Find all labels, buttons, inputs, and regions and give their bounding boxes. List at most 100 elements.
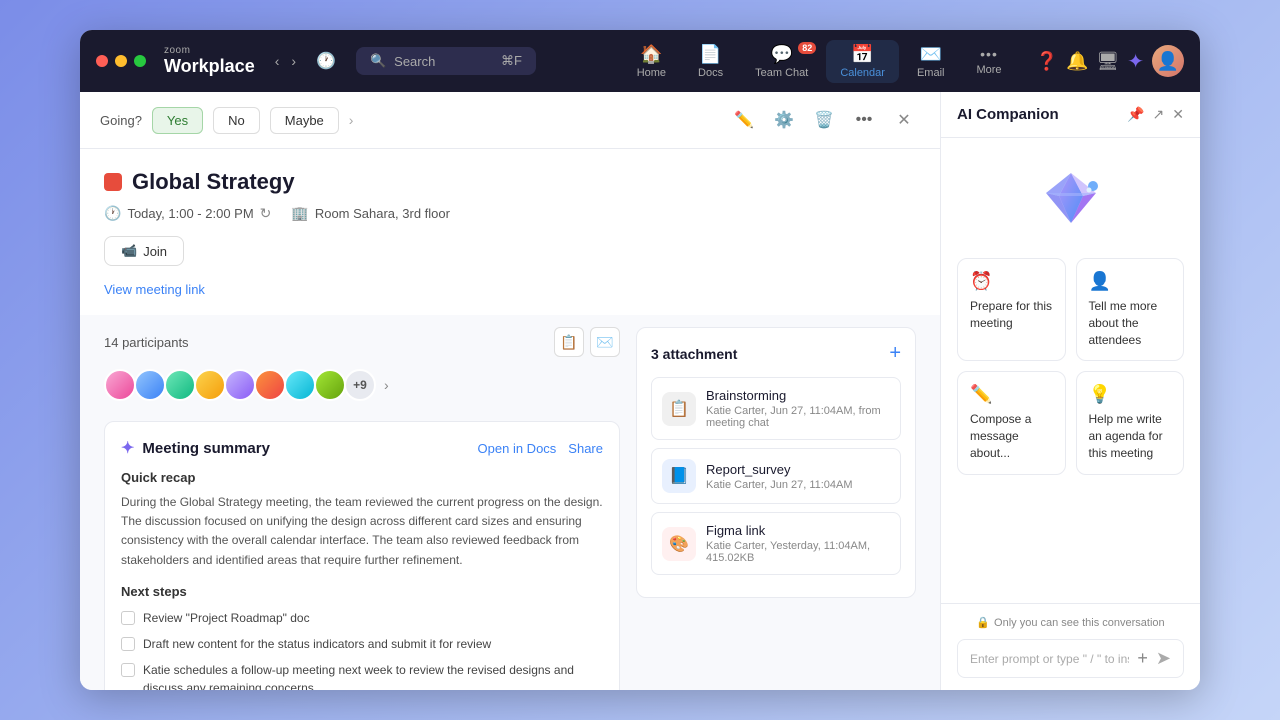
quick-recap-text: During the Global Strategy meeting, the … [121, 493, 603, 570]
agenda-icon: 💡 [1089, 384, 1172, 405]
search-bar[interactable]: 🔍 Search ⌘F [356, 47, 536, 75]
close-button[interactable] [96, 55, 108, 67]
participant-actions: 📋 ✉️ [554, 327, 620, 357]
no-button[interactable]: No [213, 107, 260, 134]
participants-bar: 14 participants 📋 ✉️ [104, 327, 620, 357]
more-options-button[interactable]: ••• [848, 104, 880, 136]
participant-avatar-1 [104, 369, 136, 401]
event-info: Global Strategy 🕐 Today, 1:00 - 2:00 PM … [80, 149, 940, 315]
ai-action-attendees[interactable]: 👤 Tell me more about the attendees [1076, 258, 1185, 361]
open-in-docs-link[interactable]: Open in Docs [478, 441, 557, 456]
add-attachment-button[interactable]: + [889, 342, 901, 365]
ai-sparkle-icon[interactable]: ✦ [1127, 49, 1144, 74]
docs-icon: 📄 [699, 44, 721, 65]
email-icon: ✉️ [920, 44, 942, 65]
ai-close-icon[interactable]: ✕ [1172, 106, 1184, 123]
tab-email[interactable]: ✉️ Email [903, 40, 959, 83]
ai-gem-icon [1041, 168, 1101, 228]
close-event-button[interactable]: ✕ [888, 104, 920, 136]
search-label: Search [394, 54, 435, 69]
tab-calendar[interactable]: 📅 Calendar [826, 40, 899, 83]
attachment-meta-3: Katie Carter, Yesterday, 11:04AM, 415.02… [706, 540, 890, 564]
tab-more-label: More [976, 64, 1001, 76]
ai-actions-grid: ⏰ Prepare for this meeting 👤 Tell me mor… [957, 258, 1184, 475]
participant-avatar-2 [134, 369, 166, 401]
video-icon: 📹 [121, 243, 137, 259]
ai-external-icon[interactable]: ↗ [1153, 106, 1165, 123]
app-window: zoom Workplace ‹ › 🕐 🔍 Search ⌘F 🏠 Home … [80, 30, 1200, 690]
tab-teamchat[interactable]: 💬 Team Chat 82 [741, 40, 822, 83]
view-meeting-link[interactable]: View meeting link [104, 282, 205, 297]
event-location: 🏢 Room Sahara, 3rd floor [291, 205, 450, 222]
tab-more[interactable]: ••• More [962, 42, 1015, 80]
history-icon[interactable]: 🕐 [316, 51, 336, 71]
summary-header: ✦ Meeting summary Open in Docs Share [121, 438, 603, 458]
ai-prompt-input[interactable] [970, 652, 1129, 666]
participants-expand-icon[interactable]: › [384, 377, 389, 393]
screen-share-icon[interactable]: 🖥 [1096, 51, 1119, 72]
forward-arrow[interactable]: › [287, 51, 300, 71]
right-column: 3 attachment + 📋 Brainstorming Katie Car… [636, 327, 916, 690]
email-participants-button[interactable]: ✉️ [590, 327, 620, 357]
copy-participants-button[interactable]: 📋 [554, 327, 584, 357]
edit-button[interactable]: ✏️ [728, 104, 760, 136]
maybe-button[interactable]: Maybe [270, 107, 339, 134]
attachment-report[interactable]: 📘 Report_survey Katie Carter, Jun 27, 11… [651, 448, 901, 504]
attachments-card: 3 attachment + 📋 Brainstorming Katie Car… [636, 327, 916, 598]
ai-action-agenda[interactable]: 💡 Help me write an agenda for this meeti… [1076, 371, 1185, 474]
ai-pin-icon[interactable]: 📌 [1127, 106, 1144, 123]
yes-button[interactable]: Yes [152, 107, 203, 134]
notification-icon[interactable]: 🔔 [1066, 51, 1088, 72]
event-title-text: Global Strategy [132, 169, 295, 195]
user-avatar[interactable]: 👤 [1152, 45, 1184, 77]
tab-docs[interactable]: 📄 Docs [684, 40, 737, 83]
calendar-panel: Going? Yes No Maybe › ✏️ ⚙️ 🗑️ ••• ✕ Glo… [80, 92, 940, 690]
ai-send-icon[interactable]: ➤ [1156, 648, 1171, 669]
workplace-label: Workplace [164, 56, 255, 78]
event-time-text: Today, 1:00 - 2:00 PM [127, 206, 253, 221]
participant-count-badge: +9 [344, 369, 376, 401]
help-icon[interactable]: ❓ [1036, 51, 1058, 72]
participant-avatar-3 [164, 369, 196, 401]
attachment-info-2: Report_survey Katie Carter, Jun 27, 11:0… [706, 462, 890, 491]
summary-title-text: Meeting summary [142, 440, 270, 457]
summary-title: ✦ Meeting summary [121, 438, 270, 458]
ai-privacy-note: 🔒 Only you can see this conversation [957, 616, 1184, 629]
settings-button[interactable]: ⚙️ [768, 104, 800, 136]
share-link[interactable]: Share [568, 441, 603, 456]
tab-calendar-label: Calendar [840, 67, 885, 79]
checkbox-2[interactable] [121, 637, 135, 651]
join-label: Join [143, 244, 167, 259]
attachments-title: 3 attachment [651, 346, 737, 362]
ai-header: AI Companion 📌 ↗ ✕ [941, 92, 1200, 138]
compose-label: Compose a message about... [970, 411, 1053, 461]
attachment-figma[interactable]: 🎨 Figma link Katie Carter, Yesterday, 11… [651, 512, 901, 575]
teamchat-badge: 82 [798, 42, 816, 54]
join-button[interactable]: 📹 Join [104, 236, 184, 266]
attachment-brainstorming[interactable]: 📋 Brainstorming Katie Carter, Jun 27, 11… [651, 377, 901, 440]
checkbox-3[interactable] [121, 663, 135, 677]
tab-home[interactable]: 🏠 Home [623, 40, 680, 83]
participants-label: 14 participants [104, 335, 189, 350]
event-meta: 🕐 Today, 1:00 - 2:00 PM ↻ 🏢 Room Sahara,… [104, 205, 916, 222]
ai-action-prepare[interactable]: ⏰ Prepare for this meeting [957, 258, 1066, 361]
avatars-row: +9 › [104, 369, 620, 401]
ai-action-compose[interactable]: ✏️ Compose a message about... [957, 371, 1066, 474]
prepare-label: Prepare for this meeting [970, 298, 1053, 332]
attachment-info-3: Figma link Katie Carter, Yesterday, 11:0… [706, 523, 890, 564]
back-arrow[interactable]: ‹ [271, 51, 284, 71]
calendar-icon: 📅 [851, 44, 873, 65]
participant-avatar-7 [284, 369, 316, 401]
minimize-button[interactable] [115, 55, 127, 67]
checkbox-1[interactable] [121, 611, 135, 625]
maximize-button[interactable] [134, 55, 146, 67]
tab-docs-label: Docs [698, 67, 723, 79]
event-location-text: Room Sahara, 3rd floor [315, 206, 450, 221]
delete-button[interactable]: 🗑️ [808, 104, 840, 136]
event-title: Global Strategy [104, 169, 916, 195]
participant-avatar-4 [194, 369, 226, 401]
going-chevron-icon[interactable]: › [349, 112, 354, 128]
quick-recap-title: Quick recap [121, 470, 603, 485]
next-steps-title: Next steps [121, 584, 603, 599]
ai-add-icon[interactable]: + [1137, 648, 1148, 669]
